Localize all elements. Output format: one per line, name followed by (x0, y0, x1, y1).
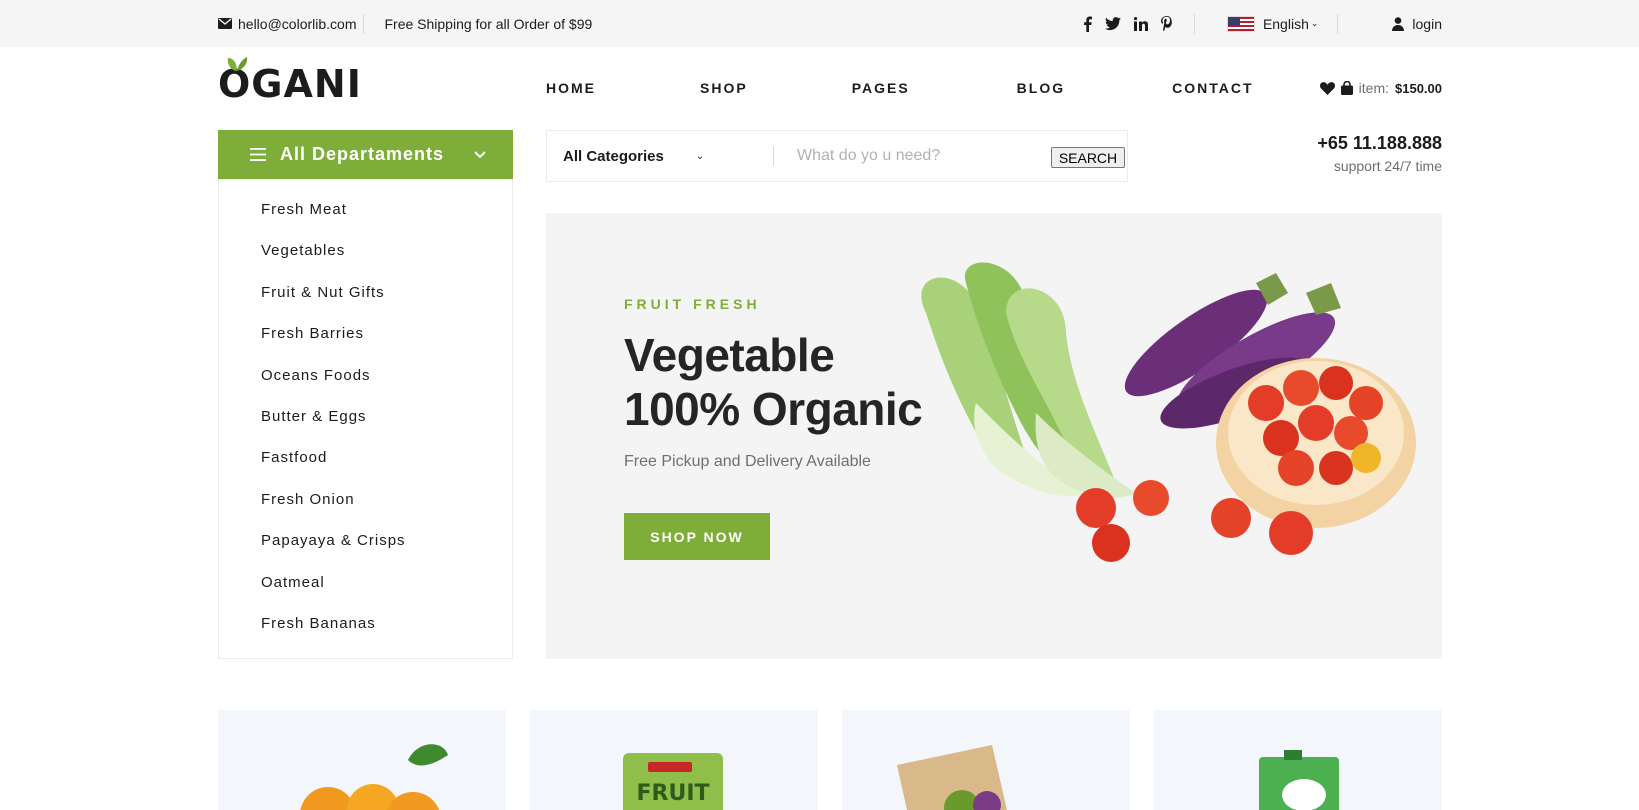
search-button[interactable]: SEARCH (1051, 147, 1125, 168)
user-icon (1392, 16, 1405, 31)
hero-kicker: FRUIT FRESH (624, 296, 761, 312)
all-departments-toggle[interactable]: All Departaments (218, 130, 513, 179)
search-form: All Categories ⌄ SEARCH (546, 130, 1128, 182)
department-item[interactable]: Vegetables (219, 230, 512, 271)
language-selector[interactable]: English ⌄ (1195, 13, 1339, 34)
department-item[interactable]: Fresh Onion (219, 479, 512, 520)
header-email[interactable]: hello@colorlib.com (218, 13, 365, 34)
category-select-value: All Categories (563, 147, 664, 165)
nav-blog[interactable]: BLOG (1017, 80, 1065, 96)
category-row: FRUIT (218, 710, 1442, 810)
page: hello@colorlib.com Free Shipping for all… (0, 0, 1639, 810)
top-bar: hello@colorlib.com Free Shipping for all… (0, 0, 1639, 47)
main-nav: HOME SHOP PAGES BLOG CONTACT (546, 47, 1254, 129)
us-flag-icon (1226, 15, 1255, 32)
category-card-fruits[interactable] (218, 710, 506, 810)
nav-contact[interactable]: CONTACT (1172, 80, 1253, 96)
phone-number: +65 11.188.888 (1317, 133, 1442, 153)
department-item[interactable]: Butter & Eggs (219, 396, 512, 437)
category-card-dried-fruit[interactable]: FRUIT (530, 710, 818, 810)
fruit-image (300, 744, 448, 810)
heart-icon[interactable] (1319, 81, 1335, 95)
facebook-icon[interactable] (1083, 16, 1092, 32)
language-label: English (1262, 15, 1309, 32)
shop-now-button[interactable]: SHOP NOW (624, 513, 770, 560)
linkedin-icon[interactable] (1133, 16, 1148, 31)
social-links (1083, 13, 1195, 34)
support-hours: support 24/7 time (1333, 158, 1442, 174)
departments-list: Fresh Meat Vegetables Fruit & Nut Gifts … (218, 179, 513, 659)
department-item[interactable]: Papayaya & Crisps (219, 520, 512, 561)
cart-total: $150.00 (1395, 80, 1442, 96)
nav-shop[interactable]: SHOP (700, 80, 748, 96)
email-text: hello@colorlib.com (238, 15, 357, 32)
dried-fruit-image: FRUIT (623, 753, 723, 810)
menu-icon (250, 148, 266, 161)
department-item[interactable]: Oceans Foods (219, 355, 512, 396)
department-item[interactable]: Fresh Bananas (219, 603, 512, 644)
search-input[interactable] (797, 142, 1027, 170)
header-cart: item: $150.00 (1319, 47, 1442, 129)
main-header: OGANI HOME SHOP PAGES BLOG CONTACT item:… (218, 47, 1442, 129)
cart-label: item: (1358, 80, 1389, 96)
hero-banner: FRUIT FRESH Vegetable 100% Organic Free … (546, 213, 1442, 659)
department-item[interactable]: Oatmeal (219, 562, 512, 603)
departments-title: All Departaments (280, 144, 445, 164)
department-item[interactable]: Fresh Meat (219, 189, 512, 230)
department-item[interactable]: Fresh Barries (219, 313, 512, 354)
vegetable-bag-image (897, 745, 1007, 810)
svg-text:FRUIT: FRUIT (636, 781, 709, 806)
chevron-down-icon: ⌄ (1310, 18, 1319, 28)
chevron-down-icon (474, 151, 486, 159)
hero-subtitle: Free Pickup and Delivery Available (624, 453, 871, 470)
juice-carton-image (1259, 750, 1339, 810)
department-item[interactable]: Fastfood (219, 437, 512, 478)
nav-pages[interactable]: PAGES (852, 80, 910, 96)
login-link[interactable]: login (1338, 16, 1442, 32)
twitter-icon[interactable] (1104, 16, 1121, 31)
category-select[interactable]: All Categories ⌄ (563, 131, 783, 181)
category-card-drinks[interactable] (1154, 710, 1442, 810)
chevron-down-icon: ⌄ (695, 150, 705, 162)
category-card-vegetables[interactable] (842, 710, 1130, 810)
shipping-notice: Free Shipping for all Order of $99 (384, 15, 593, 32)
leaf-icon (227, 57, 248, 71)
search-divider (773, 146, 774, 166)
site-logo[interactable]: OGANI (218, 57, 362, 111)
support-phone: +65 11.188.888 support 24/7 time (1317, 130, 1442, 176)
mail-icon (218, 18, 232, 29)
shopping-bag-icon[interactable] (1340, 81, 1353, 95)
login-label: login (1412, 15, 1442, 32)
pinterest-icon[interactable] (1160, 16, 1172, 31)
department-item[interactable]: Fruit & Nut Gifts (219, 272, 512, 313)
nav-home[interactable]: HOME (546, 80, 596, 96)
vegetables-image (921, 262, 1416, 562)
